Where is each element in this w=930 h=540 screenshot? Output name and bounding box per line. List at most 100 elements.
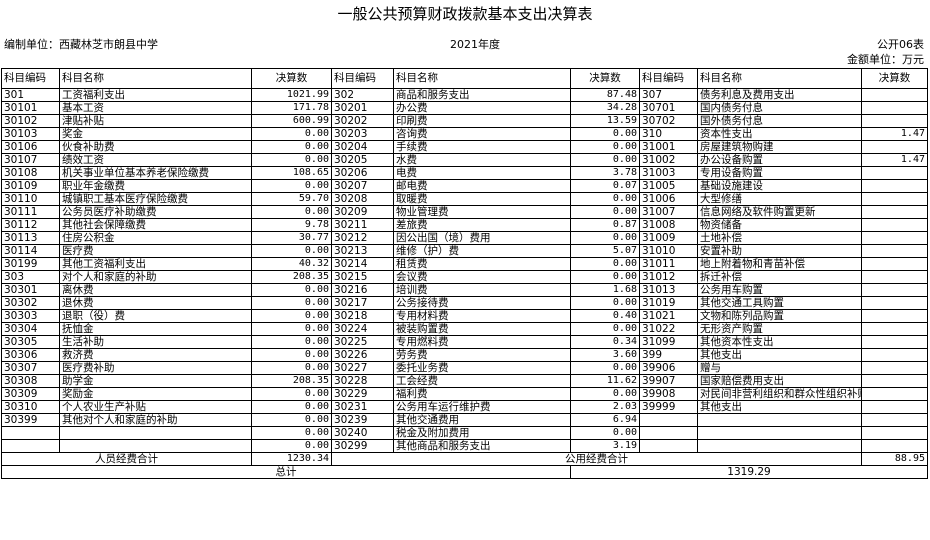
subject-code bbox=[639, 426, 698, 440]
subject-name: 信息网络及软件购置更新 bbox=[697, 205, 862, 219]
table-row: 30108 机关事业单位基本养老保险缴费 108.65 30206 电费 3.78 3100… bbox=[1, 166, 928, 180]
subject-name: 咨询费 bbox=[393, 127, 571, 141]
subtotal-row: 人员经费合计 1230.34 公用经费合计 88.95 bbox=[1, 452, 928, 466]
subject-code: 31005 bbox=[639, 179, 698, 193]
subject-name: 房屋建筑物购建 bbox=[697, 140, 862, 154]
subject-name: 租赁费 bbox=[393, 257, 571, 271]
subject-code: 30203 bbox=[331, 127, 394, 141]
amount-cell: 0.40 bbox=[570, 309, 640, 323]
amount-cell: 6.94 bbox=[570, 413, 640, 427]
subject-name: 手续费 bbox=[393, 140, 571, 154]
amount-cell: 0.00 bbox=[251, 153, 332, 167]
grand-total-label: 总计 bbox=[1, 465, 571, 479]
subject-name: 对民间非营利组织和群众性组织补贴 bbox=[697, 387, 862, 401]
amount-cell: 0.00 bbox=[570, 192, 640, 206]
amount-cell bbox=[861, 335, 928, 349]
amount-cell: 2.03 bbox=[570, 400, 640, 414]
subject-name: 住房公积金 bbox=[59, 231, 252, 245]
amount-cell bbox=[861, 140, 928, 154]
amount-cell: 1021.99 bbox=[251, 88, 332, 102]
subject-name: 其他资本性支出 bbox=[697, 335, 862, 349]
subject-code: 30202 bbox=[331, 114, 394, 128]
subject-code: 30205 bbox=[331, 153, 394, 167]
amount-cell bbox=[861, 374, 928, 388]
subject-code: 30299 bbox=[331, 439, 394, 453]
table-row: 30113 住房公积金 30.77 30212 因公出国（境）费用 0.00 31009 土地… bbox=[1, 231, 928, 245]
subject-code: 30212 bbox=[331, 231, 394, 245]
subject-code: 30112 bbox=[1, 218, 60, 232]
table-row: 30111 公务员医疗补助缴费 0.00 30209 物业管理费 0.00 31007 信息网… bbox=[1, 205, 928, 219]
amount-cell: 3.19 bbox=[570, 439, 640, 453]
subject-code: 31002 bbox=[639, 153, 698, 167]
amount-cell: 0.00 bbox=[251, 348, 332, 362]
amount-cell: 0.00 bbox=[251, 296, 332, 310]
subject-name: 公务员医疗补助缴费 bbox=[59, 205, 252, 219]
amount-cell: 0.00 bbox=[570, 387, 640, 401]
amount-cell: 30.77 bbox=[251, 231, 332, 245]
subject-code: 39906 bbox=[639, 361, 698, 375]
subject-code: 39908 bbox=[639, 387, 698, 401]
subject-name: 劳务费 bbox=[393, 348, 571, 362]
subject-name: 生活补助 bbox=[59, 335, 252, 349]
subject-name: 其他商品和服务支出 bbox=[393, 439, 571, 453]
subject-code: 30107 bbox=[1, 153, 60, 167]
amount-cell: 0.00 bbox=[251, 309, 332, 323]
subject-code: 30702 bbox=[639, 114, 698, 128]
subject-code: 30206 bbox=[331, 166, 394, 180]
subject-name bbox=[59, 426, 252, 440]
subject-name: 债务利息及费用支出 bbox=[697, 88, 862, 102]
subject-name: 其他支出 bbox=[697, 348, 862, 362]
amount-cell: 1.47 bbox=[861, 153, 928, 167]
subject-code: 39999 bbox=[639, 400, 698, 414]
amount-cell bbox=[861, 439, 928, 453]
subject-code: 30101 bbox=[1, 101, 60, 115]
header-code: 科目编码 bbox=[1, 68, 60, 89]
subject-code: 30310 bbox=[1, 400, 60, 414]
amount-cell: 9.78 bbox=[251, 218, 332, 232]
amount-cell bbox=[861, 205, 928, 219]
header-amount: 决算数 bbox=[570, 68, 640, 89]
subject-code: 30209 bbox=[331, 205, 394, 219]
amount-cell: 5.07 bbox=[570, 244, 640, 258]
subject-code: 31003 bbox=[639, 166, 698, 180]
amount-cell: 0.00 bbox=[570, 361, 640, 375]
amount-cell: 208.35 bbox=[251, 374, 332, 388]
amount-cell: 0.00 bbox=[570, 257, 640, 271]
amount-cell bbox=[861, 166, 928, 180]
amount-cell: 108.65 bbox=[251, 166, 332, 180]
amount-cell bbox=[861, 244, 928, 258]
public-total-value: 88.95 bbox=[861, 452, 928, 466]
subject-code: 310 bbox=[639, 127, 698, 141]
subject-code: 30302 bbox=[1, 296, 60, 310]
subject-name: 对个人和家庭的补助 bbox=[59, 270, 252, 284]
subject-code: 30201 bbox=[331, 101, 394, 115]
subject-name: 医疗费补助 bbox=[59, 361, 252, 375]
amount-cell: 0.00 bbox=[251, 400, 332, 414]
amount-cell: 59.70 bbox=[251, 192, 332, 206]
public-total-label: 公用经费合计 bbox=[331, 452, 862, 466]
amount-cell bbox=[861, 88, 928, 102]
subject-code: 30228 bbox=[331, 374, 394, 388]
subject-code: 30304 bbox=[1, 322, 60, 336]
subject-name: 基本工资 bbox=[59, 101, 252, 115]
amount-cell: 0.00 bbox=[251, 426, 332, 440]
subject-code: 31009 bbox=[639, 231, 698, 245]
amount-cell bbox=[861, 257, 928, 271]
subject-code: 31010 bbox=[639, 244, 698, 258]
subject-code: 31099 bbox=[639, 335, 698, 349]
amount-cell bbox=[861, 192, 928, 206]
amount-cell: 40.32 bbox=[251, 257, 332, 271]
subject-code: 39907 bbox=[639, 374, 698, 388]
money-unit: 金额单位：万元 bbox=[847, 53, 924, 66]
amount-cell bbox=[861, 179, 928, 193]
amount-cell: 34.28 bbox=[570, 101, 640, 115]
subject-name: 因公出国（境）费用 bbox=[393, 231, 571, 245]
subject-name: 邮电费 bbox=[393, 179, 571, 193]
table-row: 301 工资福利支出 1021.99 302 商品和服务支出 87.48 307 债务利息及费… bbox=[1, 88, 928, 102]
amount-cell: 87.48 bbox=[570, 88, 640, 102]
subject-name bbox=[697, 426, 862, 440]
subject-name: 文物和陈列品购置 bbox=[697, 309, 862, 323]
subject-code: 30102 bbox=[1, 114, 60, 128]
subject-name: 办公设备购置 bbox=[697, 153, 862, 167]
amount-cell: 0.00 bbox=[570, 205, 640, 219]
